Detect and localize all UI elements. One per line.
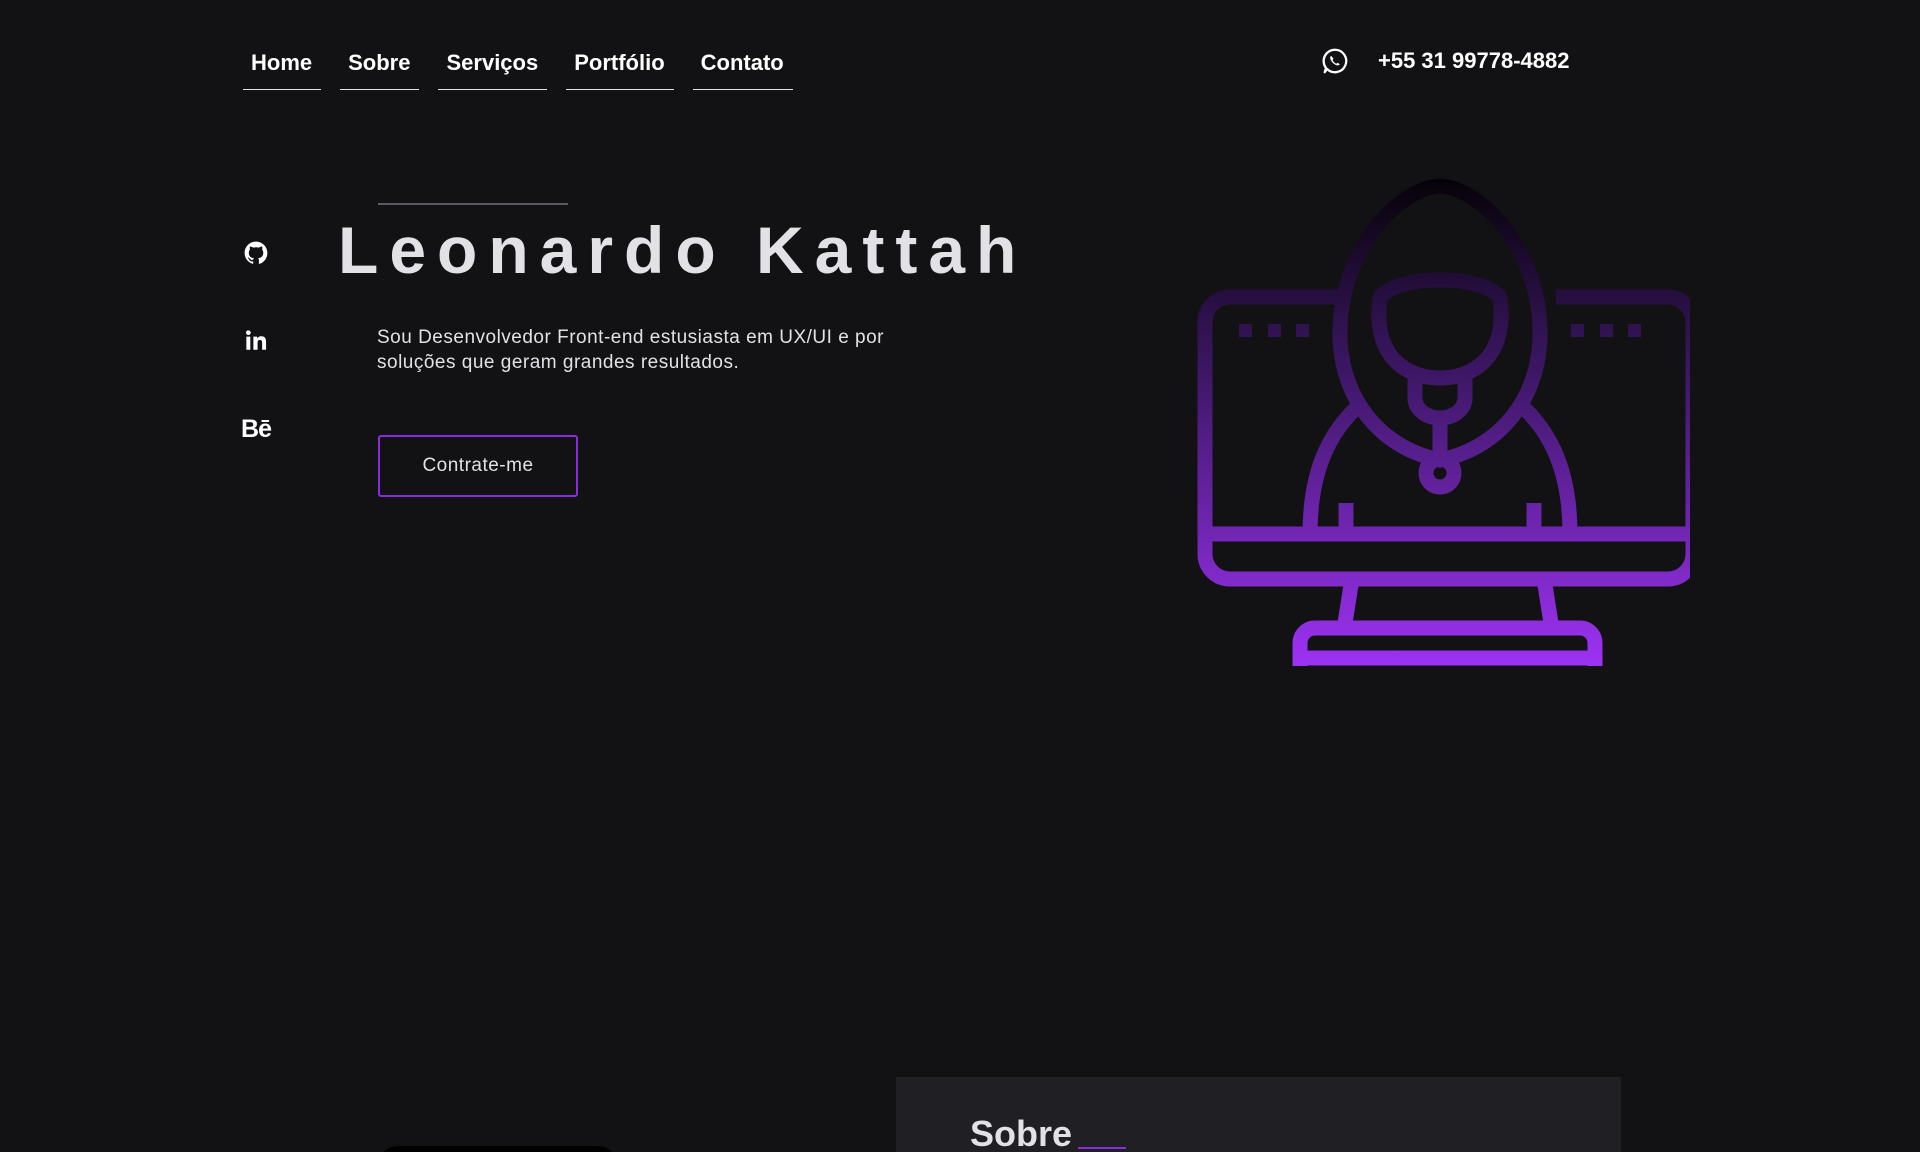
about-section: Sobre	[896, 1077, 1621, 1152]
github-icon	[244, 241, 268, 264]
phone-contact[interactable]: +55 31 99778-4882	[1320, 46, 1569, 76]
about-photo	[378, 1146, 618, 1152]
page: Home Sobre Serviços Portfólio Contato +5…	[0, 0, 1920, 1152]
github-link[interactable]	[238, 235, 274, 271]
nav-sobre-link[interactable]: Sobre	[340, 44, 420, 90]
hero-description: Sou Desenvolvedor Front-end estusiasta e…	[377, 327, 885, 373]
nav-portfolio-link[interactable]: Portfólio	[566, 44, 674, 90]
phone-number: +55 31 99778-4882	[1378, 48, 1570, 73]
about-title: Sobre	[970, 1113, 1073, 1152]
about-title-accent	[1078, 1147, 1126, 1149]
nav-home-link[interactable]: Home	[243, 44, 322, 90]
main-nav: Home Sobre Serviços Portfólio Contato	[243, 44, 793, 90]
hacker-illustration	[1197, 178, 1690, 666]
linkedin-icon	[245, 330, 267, 350]
whatsapp-icon	[1322, 48, 1348, 74]
nav-contato-link[interactable]: Contato	[692, 44, 793, 90]
social-links: Bē	[238, 235, 274, 499]
behance-link[interactable]: Bē	[238, 411, 274, 447]
hero-decoration-line	[378, 203, 568, 205]
nav-servicos-link[interactable]: Serviços	[438, 44, 548, 90]
hero-title: Leonardo Kattah	[338, 213, 1028, 287]
linkedin-link[interactable]	[238, 323, 274, 359]
hire-me-button[interactable]: Contrate-me	[378, 435, 578, 497]
